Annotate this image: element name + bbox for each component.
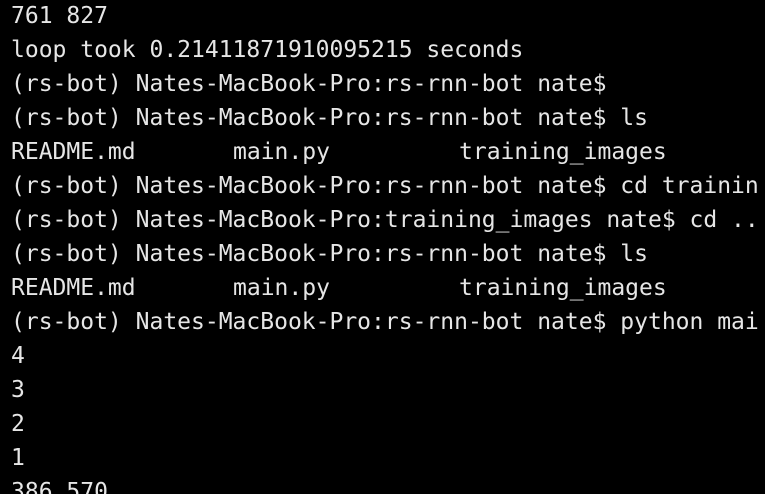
output-line: 4 [11, 343, 25, 369]
prompt-line: (rs-bot) Nates-MacBook-Pro:rs-rnn-bot na… [11, 71, 607, 97]
terminal-window[interactable]: 761 827 loop took 0.21411871910095215 se… [0, 0, 765, 494]
ls-entry-readme: README.md [11, 275, 136, 301]
ls-output-line: README.md main.py training_images [11, 271, 765, 305]
ls-entry-readme: README.md [11, 139, 136, 165]
terminal-output: 761 827 loop took 0.21411871910095215 se… [11, 0, 765, 494]
ls-entry-main-py: main.py [233, 275, 330, 301]
ls-entry-training-images: training_images [459, 139, 667, 165]
ls-entry-training-images: training_images [459, 275, 667, 301]
output-line: 3 [11, 377, 25, 403]
prompt-line: (rs-bot) Nates-MacBook-Pro:rs-rnn-bot na… [11, 173, 759, 199]
output-line: loop took 0.21411871910095215 seconds [11, 37, 524, 63]
output-line: 1 [11, 445, 25, 471]
prompt-line: (rs-bot) Nates-MacBook-Pro:rs-rnn-bot na… [11, 241, 648, 267]
prompt-line: (rs-bot) Nates-MacBook-Pro:rs-rnn-bot na… [11, 105, 648, 131]
prompt-line: (rs-bot) Nates-MacBook-Pro:rs-rnn-bot na… [11, 309, 759, 335]
output-line: 2 [11, 411, 25, 437]
ls-output-line: README.md main.py training_images [11, 135, 765, 169]
ls-entry-main-py: main.py [233, 139, 330, 165]
prompt-line: (rs-bot) Nates-MacBook-Pro:training_imag… [11, 207, 759, 233]
output-line: 761 827 [11, 3, 108, 29]
output-line: 386 570 [11, 479, 108, 494]
